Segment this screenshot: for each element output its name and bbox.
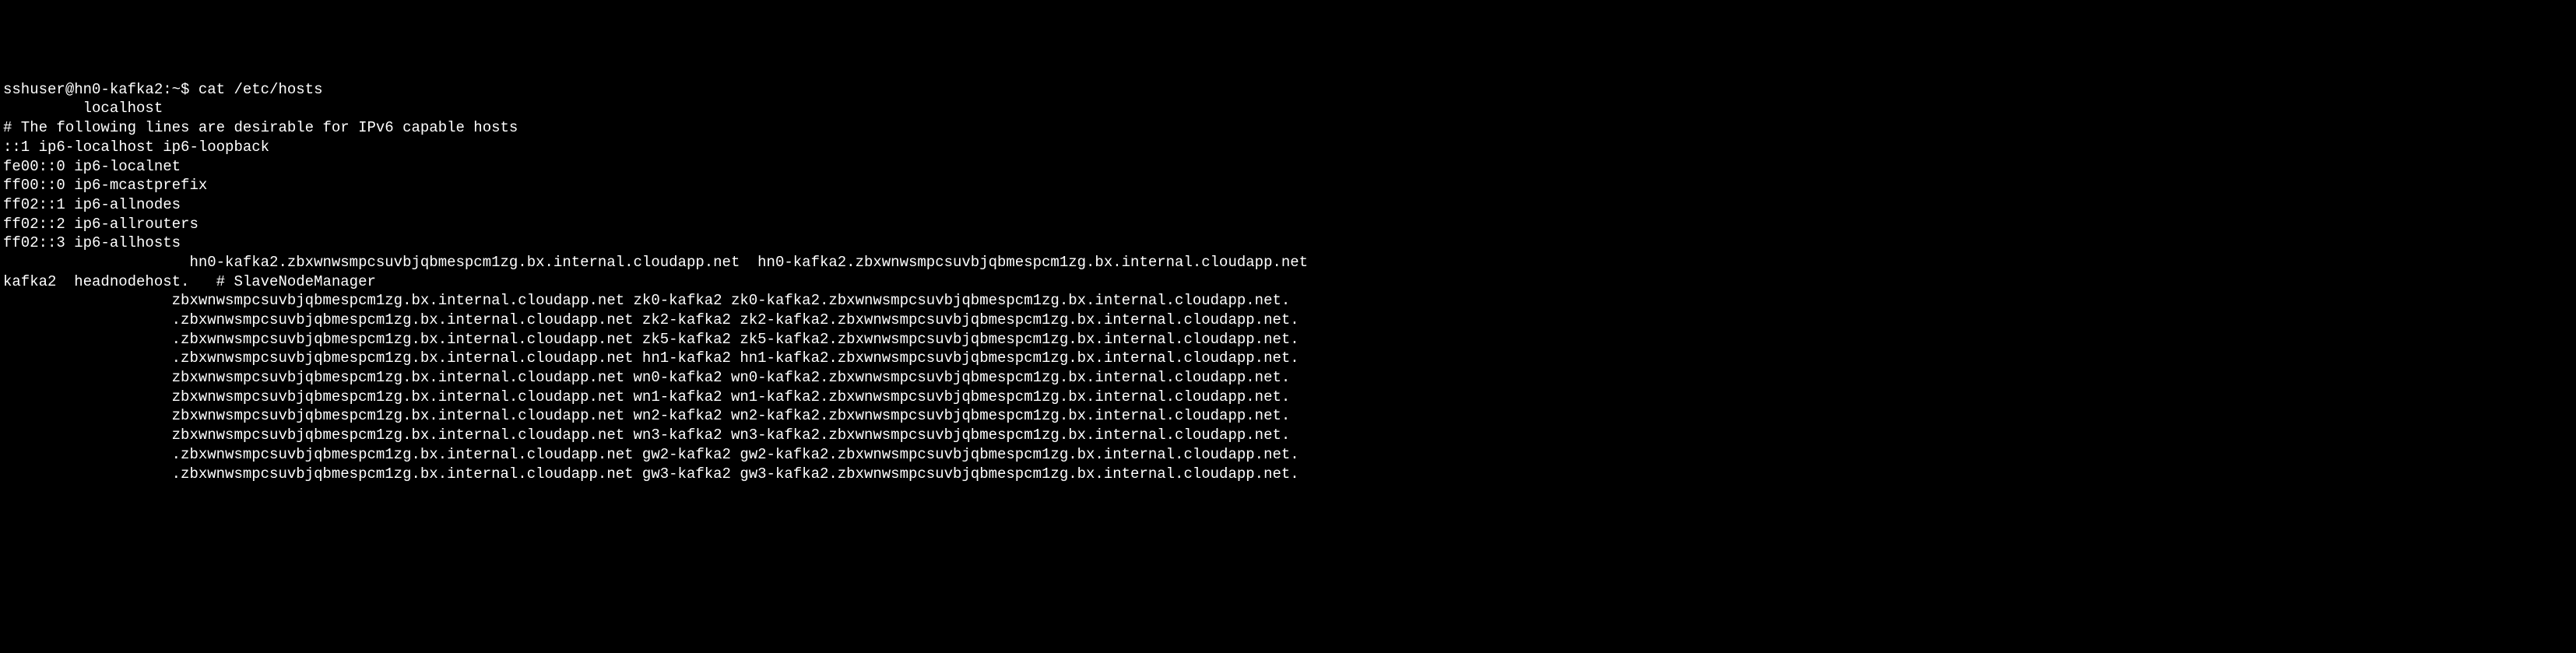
terminal-line: zbxwnwsmpcsuvbjqbmespcm1zg.bx.internal.c… — [3, 291, 2573, 311]
terminal-line: zbxwnwsmpcsuvbjqbmespcm1zg.bx.internal.c… — [3, 426, 2573, 445]
terminal-line: zbxwnwsmpcsuvbjqbmespcm1zg.bx.internal.c… — [3, 368, 2573, 388]
terminal-output[interactable]: sshuser@hn0-kafka2:~$ cat /etc/hosts loc… — [3, 80, 2573, 483]
terminal-line: localhost — [3, 99, 2573, 118]
terminal-line: ff02::2 ip6-allrouters — [3, 215, 2573, 234]
terminal-line: .zbxwnwsmpcsuvbjqbmespcm1zg.bx.internal.… — [3, 349, 2573, 368]
terminal-line: # The following lines are desirable for … — [3, 118, 2573, 138]
terminal-line: ff02::3 ip6-allhosts — [3, 233, 2573, 253]
terminal-line: zbxwnwsmpcsuvbjqbmespcm1zg.bx.internal.c… — [3, 388, 2573, 407]
terminal-line: ff02::1 ip6-allnodes — [3, 195, 2573, 215]
terminal-line: .zbxwnwsmpcsuvbjqbmespcm1zg.bx.internal.… — [3, 465, 2573, 484]
terminal-line: zbxwnwsmpcsuvbjqbmespcm1zg.bx.internal.c… — [3, 406, 2573, 426]
terminal-line: kafka2 headnodehost. # SlaveNodeManager — [3, 272, 2573, 292]
terminal-line: hn0-kafka2.zbxwnwsmpcsuvbjqbmespcm1zg.bx… — [3, 253, 2573, 272]
terminal-line: fe00::0 ip6-localnet — [3, 157, 2573, 177]
terminal-line: .zbxwnwsmpcsuvbjqbmespcm1zg.bx.internal.… — [3, 445, 2573, 465]
terminal-line: .zbxwnwsmpcsuvbjqbmespcm1zg.bx.internal.… — [3, 311, 2573, 330]
terminal-line: sshuser@hn0-kafka2:~$ cat /etc/hosts — [3, 80, 2573, 100]
terminal-line: .zbxwnwsmpcsuvbjqbmespcm1zg.bx.internal.… — [3, 330, 2573, 349]
terminal-line: ::1 ip6-localhost ip6-loopback — [3, 138, 2573, 157]
terminal-line: ff00::0 ip6-mcastprefix — [3, 176, 2573, 195]
